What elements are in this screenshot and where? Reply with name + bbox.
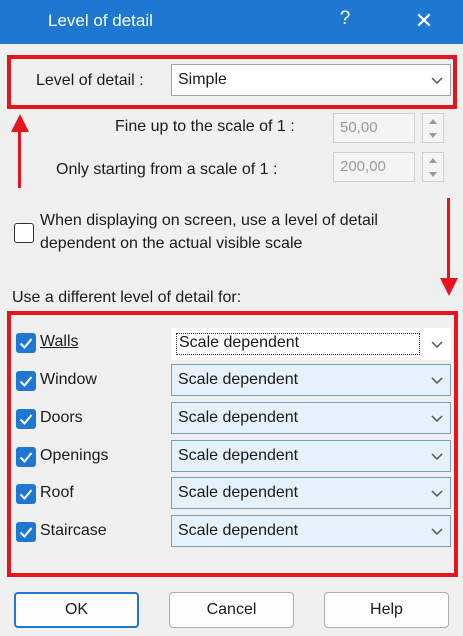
annotation-arrow-down-line [447, 198, 450, 280]
title-bar: Level of detail ? ✕ [0, 0, 463, 44]
staircase-checkbox[interactable] [16, 522, 36, 542]
chevron-down-icon [431, 377, 443, 385]
doors-select[interactable]: Scale dependent [171, 402, 451, 434]
window-label: Window [40, 371, 97, 388]
level-of-detail-select[interactable]: Simple [171, 64, 451, 96]
visible-scale-checkbox[interactable] [14, 223, 34, 243]
chevron-down-icon [431, 490, 443, 498]
checkmark-icon [19, 489, 33, 500]
only-starting-stepper[interactable] [422, 152, 444, 182]
ok-button[interactable]: OK [14, 592, 139, 628]
walls-checkbox[interactable] [16, 333, 36, 353]
roof-select[interactable]: Scale dependent [171, 477, 451, 509]
openings-checkbox[interactable] [16, 447, 36, 467]
chevron-down-icon [431, 415, 443, 423]
visible-scale-label-line2: dependent on the actual visible scale [40, 235, 303, 252]
chevron-down-icon [431, 528, 443, 536]
walls-value: Scale dependent [176, 333, 420, 355]
doors-value: Scale dependent [178, 409, 299, 426]
fine-up-to-value: 50,00 [340, 119, 378, 136]
fine-up-to-label: Fine up to the scale of 1 : [115, 118, 295, 135]
roof-value: Scale dependent [178, 484, 299, 501]
checkmark-icon [19, 376, 33, 387]
stepper-up-icon [429, 119, 437, 124]
visible-scale-label-line1: When displaying on screen, use a level o… [40, 212, 378, 229]
roof-label: Roof [40, 484, 74, 501]
close-icon[interactable]: ✕ [404, 4, 444, 38]
stepper-down-icon [429, 172, 437, 177]
level-of-detail-value: Simple [178, 71, 227, 88]
help-icon[interactable]: ? [333, 8, 357, 36]
only-starting-value: 200,00 [340, 158, 386, 175]
checkmark-icon [19, 452, 33, 463]
level-of-detail-label: Level of detail : [36, 72, 144, 89]
walls-label: Walls [40, 333, 79, 350]
help-button[interactable]: Help [324, 592, 449, 628]
window-title: Level of detail [48, 11, 153, 30]
doors-checkbox[interactable] [16, 409, 36, 429]
annotation-arrow-up-line [18, 128, 21, 188]
openings-select[interactable]: Scale dependent [171, 440, 451, 472]
stepper-up-icon [429, 158, 437, 163]
roof-checkbox[interactable] [16, 484, 36, 504]
staircase-label: Staircase [40, 522, 107, 539]
only-starting-input[interactable]: 200,00 [333, 152, 415, 182]
chevron-down-icon [431, 77, 443, 85]
fine-up-to-input[interactable]: 50,00 [333, 113, 415, 143]
checkmark-icon [19, 527, 33, 538]
chevron-down-icon [431, 453, 443, 461]
window-checkbox[interactable] [16, 371, 36, 391]
window-value: Scale dependent [178, 371, 299, 388]
checkmark-icon [19, 338, 33, 349]
walls-select[interactable]: Scale dependent [171, 328, 451, 360]
different-level-label: Use a different level of detail for: [12, 289, 242, 306]
staircase-value: Scale dependent [178, 522, 299, 539]
fine-up-to-stepper[interactable] [422, 113, 444, 143]
only-starting-label: Only starting from a scale of 1 : [56, 161, 278, 178]
openings-label: Openings [40, 447, 109, 464]
stepper-down-icon [429, 133, 437, 138]
chevron-down-icon [431, 341, 443, 349]
annotation-arrow-down-icon [440, 278, 458, 296]
cancel-button[interactable]: Cancel [169, 592, 294, 628]
openings-value: Scale dependent [178, 447, 299, 464]
checkmark-icon [19, 414, 33, 425]
doors-label: Doors [40, 409, 83, 426]
window-select[interactable]: Scale dependent [171, 364, 451, 396]
staircase-select[interactable]: Scale dependent [171, 515, 451, 547]
